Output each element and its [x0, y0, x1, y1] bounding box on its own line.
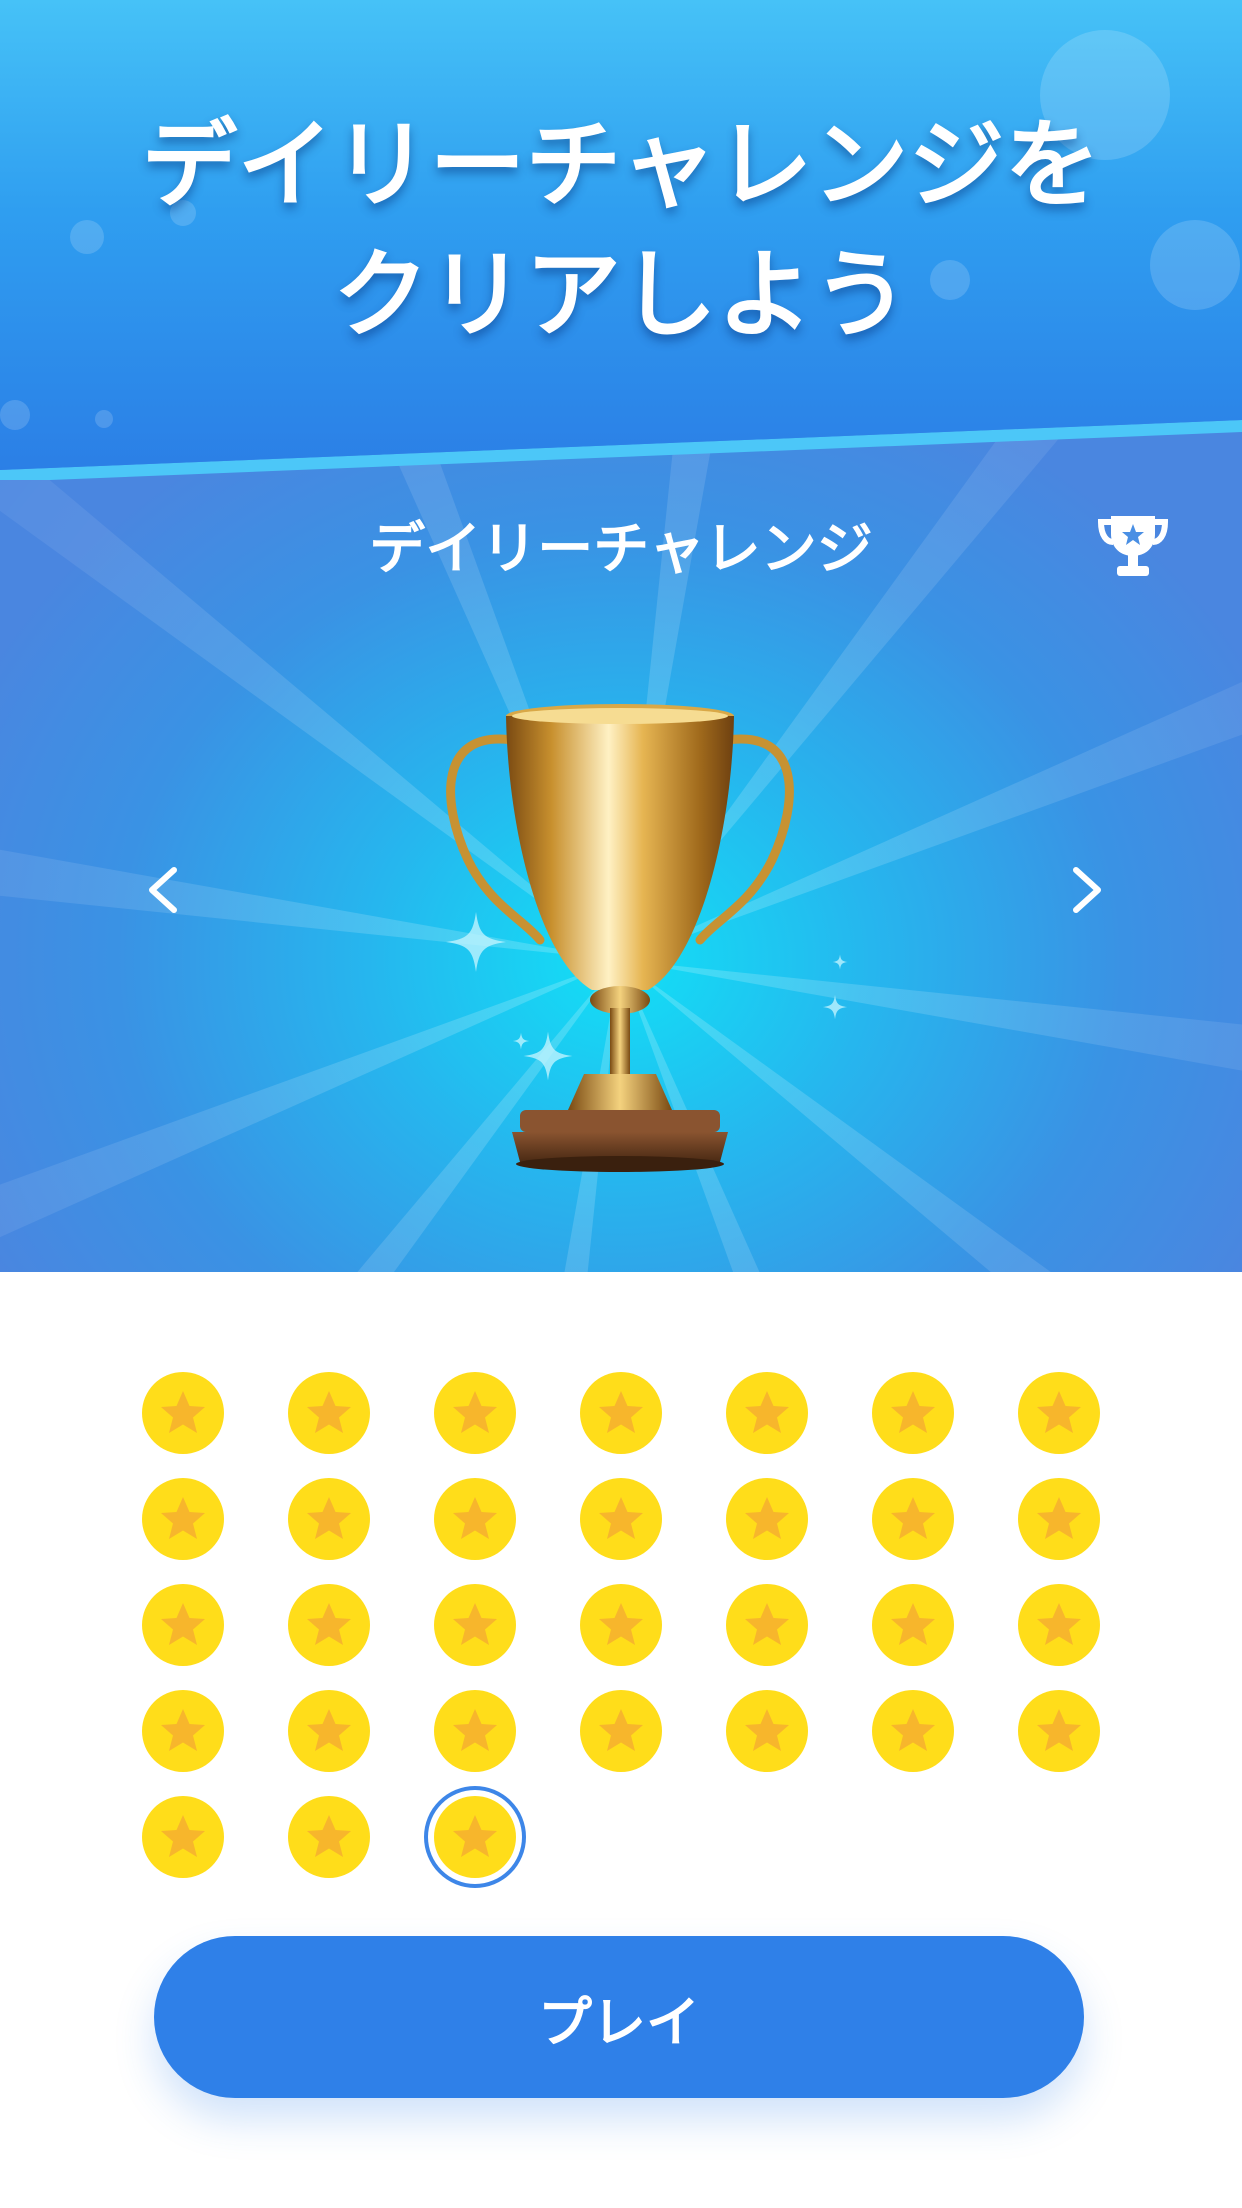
star-coin[interactable] — [288, 1690, 370, 1772]
star-icon — [453, 1815, 497, 1857]
star-coin[interactable] — [142, 1690, 224, 1772]
star-coin[interactable] — [872, 1478, 954, 1560]
sparkle-icon — [832, 954, 848, 970]
star-icon — [161, 1709, 205, 1751]
star-coin[interactable] — [872, 1690, 954, 1772]
star-coin[interactable] — [726, 1690, 808, 1772]
star-coin[interactable] — [726, 1584, 808, 1666]
star-coin[interactable] — [580, 1690, 662, 1772]
star-coin[interactable] — [726, 1478, 808, 1560]
daily-challenge-screen: デイリーチャレンジ デイリーチャレンジを クリアしよう プレイ — [0, 0, 1242, 2208]
sparkle-icon — [822, 994, 848, 1020]
star-icon — [1037, 1709, 1081, 1751]
star-coin[interactable] — [580, 1372, 662, 1454]
star-icon — [161, 1391, 205, 1433]
star-icon — [307, 1815, 351, 1857]
bokeh-light — [0, 400, 30, 430]
star-icon — [745, 1709, 789, 1751]
star-coin[interactable] — [872, 1584, 954, 1666]
star-icon — [745, 1497, 789, 1539]
challenge-title: デイリーチャレンジ — [369, 517, 873, 582]
star-coin[interactable] — [580, 1478, 662, 1560]
star-coin[interactable] — [142, 1372, 224, 1454]
star-coin[interactable] — [288, 1478, 370, 1560]
star-icon — [307, 1603, 351, 1645]
star-icon — [161, 1497, 205, 1539]
star-icon — [599, 1709, 643, 1751]
star-coin[interactable] — [1018, 1478, 1100, 1560]
promo-banner: デイリーチャレンジを クリアしよう — [0, 0, 1242, 470]
chevron-left-icon[interactable] — [130, 850, 200, 930]
bokeh-light — [95, 410, 113, 428]
star-icon — [453, 1497, 497, 1539]
star-coin[interactable] — [580, 1584, 662, 1666]
star-coin[interactable] — [142, 1796, 224, 1878]
star-icon — [161, 1815, 205, 1857]
star-coin[interactable] — [1018, 1372, 1100, 1454]
promo-title: デイリーチャレンジを クリアしよう — [0, 100, 1242, 360]
star-coin[interactable] — [872, 1372, 954, 1454]
star-icon — [891, 1603, 935, 1645]
star-icon — [891, 1709, 935, 1751]
star-coin[interactable] — [1018, 1690, 1100, 1772]
star-icon — [1037, 1497, 1081, 1539]
star-icon — [745, 1603, 789, 1645]
trophy-star-icon[interactable] — [1095, 510, 1171, 580]
star-icon — [1037, 1603, 1081, 1645]
star-icon — [307, 1709, 351, 1751]
star-icon — [599, 1603, 643, 1645]
star-coin[interactable] — [726, 1372, 808, 1454]
star-icon — [307, 1391, 351, 1433]
star-coin[interactable] — [288, 1372, 370, 1454]
star-coin[interactable] — [288, 1796, 370, 1878]
star-icon — [453, 1603, 497, 1645]
star-coin[interactable] — [434, 1584, 516, 1666]
star-coin-selected[interactable] — [434, 1796, 516, 1878]
star-coin[interactable] — [434, 1372, 516, 1454]
star-icon — [599, 1497, 643, 1539]
play-button[interactable]: プレイ — [154, 1936, 1084, 2098]
star-coin[interactable] — [142, 1478, 224, 1560]
star-coin[interactable] — [434, 1478, 516, 1560]
star-icon — [745, 1391, 789, 1433]
promo-title-line2: クリアしよう — [333, 239, 909, 351]
promo-title-line1: デイリーチャレンジを — [141, 109, 1101, 221]
star-icon — [453, 1391, 497, 1433]
star-icon — [599, 1391, 643, 1433]
star-icon — [891, 1391, 935, 1433]
star-coin[interactable] — [1018, 1584, 1100, 1666]
golden-trophy-image — [446, 704, 794, 1172]
star-icon — [891, 1497, 935, 1539]
star-coin[interactable] — [142, 1584, 224, 1666]
star-icon — [453, 1709, 497, 1751]
star-coin[interactable] — [288, 1584, 370, 1666]
star-grid — [142, 1372, 1102, 1892]
star-coin[interactable] — [434, 1690, 516, 1772]
star-icon — [161, 1603, 205, 1645]
star-icon — [1037, 1391, 1081, 1433]
star-icon — [307, 1497, 351, 1539]
chevron-right-icon[interactable] — [1050, 850, 1120, 930]
